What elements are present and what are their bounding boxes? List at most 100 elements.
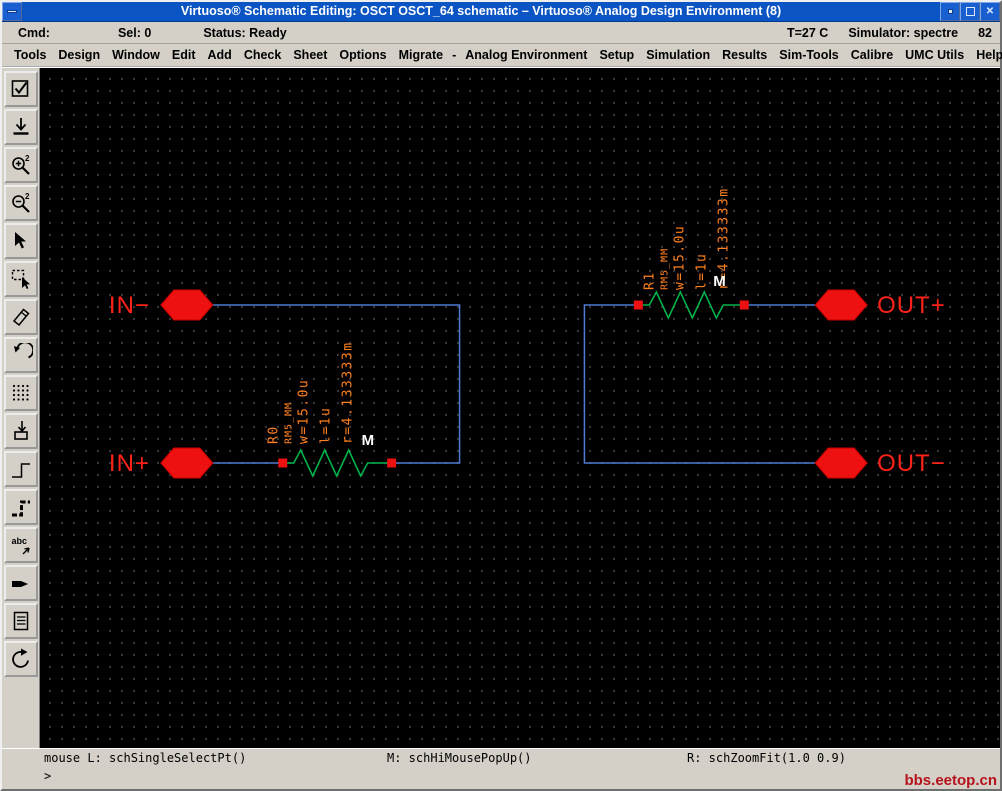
delete-button[interactable] [3, 299, 38, 335]
schematic-drawing: R0 RM5_MM w=15.0u l=1u r=4.133333m M R1 … [109, 187, 946, 479]
property-icon [9, 381, 33, 405]
wire-narrow-button[interactable] [3, 451, 38, 487]
r1-terminal-left[interactable] [633, 300, 643, 310]
pin-in-minus[interactable]: IN− [109, 289, 214, 321]
undo-icon [9, 343, 33, 367]
wire-wide-button[interactable] [3, 489, 38, 525]
resistor-r0[interactable]: R0 RM5_MM w=15.0u l=1u r=4.133333m M [267, 341, 397, 478]
menu-calibre[interactable]: Calibre [845, 48, 899, 62]
mouse-bindings-bar: mouse L: schSingleSelectPt() M: schHiMou… [2, 748, 1000, 766]
window-title: Virtuoso® Schematic Editing: OSCT OSCT_6… [180, 4, 782, 18]
wire-name-icon: abc [9, 533, 33, 557]
maximize-button[interactable] [960, 2, 980, 21]
check-and-save-icon [9, 77, 33, 101]
menu-tools[interactable]: Tools [8, 48, 52, 62]
r0-resistance-label[interactable]: r=4.133333m [341, 341, 356, 444]
undo-button[interactable] [3, 337, 38, 373]
schematic-canvas[interactable]: R0 RM5_MM w=15.0u l=1u r=4.133333m M R1 … [40, 68, 1000, 748]
property-button[interactable] [3, 375, 38, 411]
title-bar: Virtuoso® Schematic Editing: OSCT OSCT_6… [2, 2, 1000, 22]
menu-umc-utils[interactable]: UMC Utils [899, 48, 970, 62]
close-button[interactable]: ✕ [980, 2, 1000, 21]
pin-icon [9, 571, 33, 595]
pin-button[interactable] [3, 565, 38, 601]
menu-options[interactable]: Options [333, 48, 392, 62]
menu-sim-tools[interactable]: Sim-Tools [773, 48, 845, 62]
instance-button[interactable] [3, 413, 38, 449]
minimize-button[interactable] [940, 2, 960, 21]
command-prompt[interactable]: > [2, 766, 1000, 791]
r0-terminal-right[interactable] [387, 458, 397, 468]
window-menu-icon [7, 10, 17, 13]
virtuoso-window: Virtuoso® Schematic Editing: OSCT OSCT_6… [0, 0, 1002, 791]
tool-palette: 2 2 abc [2, 68, 40, 748]
check-and-save-button[interactable] [3, 71, 38, 107]
zoom-in-2x-button[interactable]: 2 [3, 147, 38, 183]
instance-icon [9, 419, 33, 443]
mouse-right-binding: R: schZoomFit(1.0 0.9) [687, 751, 846, 765]
redraw-button[interactable] [3, 641, 38, 677]
pin-out-plus-label[interactable]: OUT+ [877, 292, 946, 319]
temperature-label: T=27 C [786, 25, 829, 40]
cmd-options-button[interactable] [3, 603, 38, 639]
menu-edit[interactable]: Edit [166, 48, 202, 62]
wire-out-minus[interactable] [583, 304, 816, 464]
r1-name-label[interactable]: R1 [642, 271, 657, 290]
menu-analog-environment[interactable]: Analog Environment [459, 48, 593, 62]
wire-wide-icon [9, 495, 33, 519]
delete-icon [9, 305, 33, 329]
pin-in-minus-label[interactable]: IN− [109, 292, 150, 319]
menu-migrate[interactable]: Migrate [393, 48, 449, 62]
svg-text:abc: abc [11, 536, 27, 546]
menu-help[interactable]: Help [970, 48, 1002, 62]
r0-width-label[interactable]: w=15.0u [297, 379, 312, 444]
zoom-out-2x-button[interactable]: 2 [3, 185, 38, 221]
simulator-label: Simulator: spectre [848, 25, 959, 40]
r0-mult-label[interactable]: M [362, 432, 374, 449]
svg-text:2: 2 [25, 192, 30, 201]
zoom-in-icon: 2 [9, 153, 33, 177]
r0-model-label[interactable]: RM5_MM [284, 402, 295, 444]
pin-in-plus-label[interactable]: IN+ [109, 450, 150, 477]
status-bar: Cmd: Sel: 0 Status: Ready T=27 C Simulat… [2, 22, 1000, 44]
window-menu-button[interactable] [2, 2, 22, 21]
prompt-char: > [44, 769, 52, 783]
r1-length-label[interactable]: l=1u [694, 253, 709, 290]
wire-name-button[interactable]: abc [3, 527, 38, 563]
mouse-left-binding: mouse L: schSingleSelectPt() [44, 751, 247, 765]
redraw-icon [9, 647, 33, 671]
save-button[interactable] [3, 109, 38, 145]
stretch-button[interactable] [3, 223, 38, 259]
r0-terminal-left[interactable] [278, 458, 288, 468]
pin-in-plus[interactable]: IN+ [109, 447, 214, 479]
menu-window[interactable]: Window [106, 48, 166, 62]
pin-out-plus[interactable]: OUT+ [814, 289, 946, 321]
menu-separator: - [452, 48, 457, 62]
menu-sheet[interactable]: Sheet [287, 48, 333, 62]
svg-text:2: 2 [25, 154, 30, 163]
stretch-icon [9, 229, 33, 253]
r1-mult-label[interactable]: M [713, 273, 725, 290]
menu-check[interactable]: Check [238, 48, 288, 62]
resistor-r1[interactable]: R1 RM5_MM w=15.0u l=1u r=4.133333m M [633, 187, 749, 320]
menu-design[interactable]: Design [52, 48, 106, 62]
menu-setup[interactable]: Setup [593, 48, 640, 62]
menu-simulation[interactable]: Simulation [640, 48, 716, 62]
pin-out-minus[interactable]: OUT− [814, 447, 946, 479]
r0-length-label[interactable]: l=1u [319, 407, 334, 444]
r1-width-label[interactable]: w=15.0u [672, 225, 687, 290]
r0-name-label[interactable]: R0 [267, 425, 282, 444]
main-area: 2 2 abc R0 RM5_MM w=15.0u l=1u r=4.13333… [2, 68, 1000, 748]
watermark: bbs.eetop.cn [904, 772, 997, 789]
r1-terminal-right[interactable] [739, 300, 749, 310]
zoom-out-icon: 2 [9, 191, 33, 215]
r1-model-label[interactable]: RM5_MM [659, 248, 670, 290]
status-number: 82 [978, 25, 992, 40]
menu-results[interactable]: Results [716, 48, 773, 62]
wire-in-minus[interactable] [212, 304, 461, 464]
copy-button[interactable] [3, 261, 38, 297]
minimize-icon [947, 9, 953, 14]
menu-add[interactable]: Add [202, 48, 238, 62]
pin-out-minus-label[interactable]: OUT− [877, 450, 946, 477]
selection-count: Sel: 0 [117, 25, 152, 40]
